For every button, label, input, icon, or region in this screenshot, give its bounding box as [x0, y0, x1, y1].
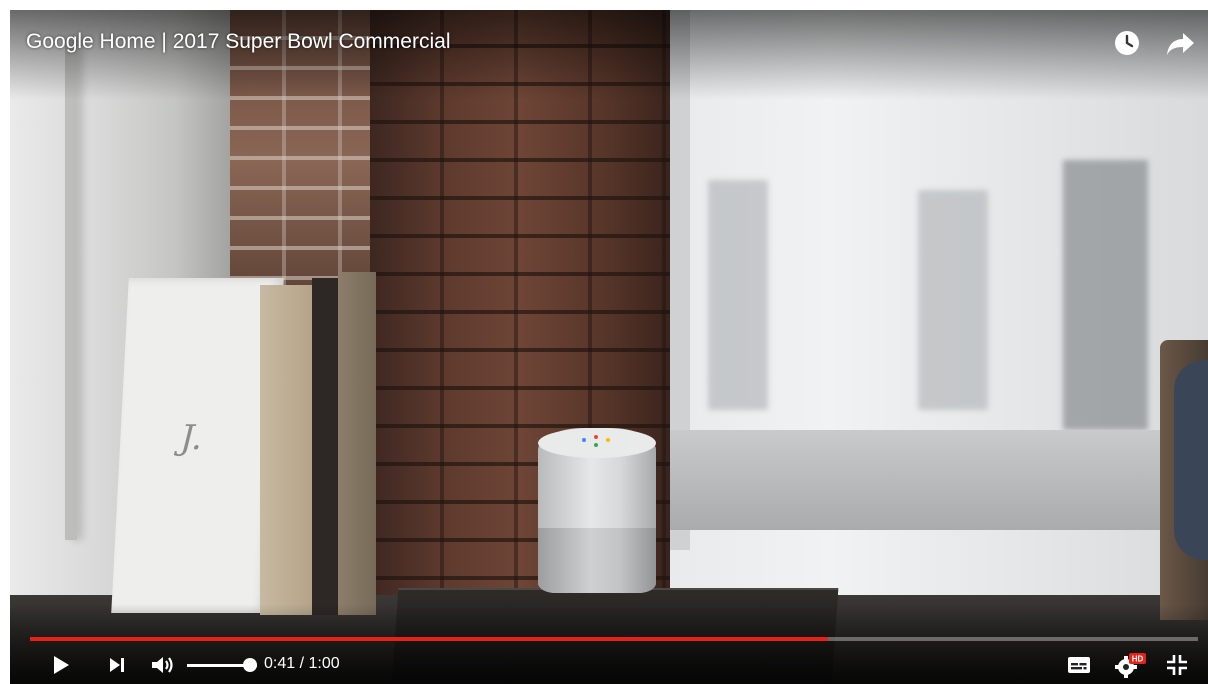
- exit-fullscreen-icon: [1167, 655, 1187, 675]
- play-button[interactable]: [46, 650, 76, 680]
- volume-icon: [152, 657, 173, 673]
- book-spine: [260, 285, 312, 615]
- watch-later-icon: [1115, 31, 1139, 55]
- time-separator: /: [299, 655, 305, 672]
- play-icon: [54, 656, 69, 674]
- book-spine: [312, 278, 338, 615]
- next-button[interactable]: [102, 650, 132, 680]
- current-time: 0:41: [264, 655, 296, 672]
- exit-fullscreen-button[interactable]: [1160, 650, 1194, 680]
- window-background: [668, 10, 1208, 615]
- share-button[interactable]: [1164, 26, 1198, 60]
- settings-button[interactable]: HD: [1110, 650, 1150, 680]
- chair: [1160, 340, 1208, 620]
- subtitles-icon: [1068, 657, 1090, 673]
- next-icon: [110, 658, 124, 672]
- book-mark: J.: [179, 418, 204, 458]
- video-title[interactable]: Google Home | 2017 Super Bowl Commercial: [26, 30, 450, 54]
- watch-later-button[interactable]: [1110, 26, 1144, 60]
- video-frame: J.: [10, 10, 1208, 684]
- video-player[interactable]: J. Google Home | 2017 Super Bowl Commerc…: [10, 10, 1208, 684]
- book-spine: [338, 272, 376, 615]
- mute-button[interactable]: [148, 650, 178, 680]
- subtitles-button[interactable]: [1062, 650, 1096, 680]
- white-book: J.: [111, 278, 284, 613]
- volume-slider-handle[interactable]: [243, 658, 257, 672]
- settings-badge: HD: [1132, 655, 1144, 664]
- played-bar: [30, 637, 828, 641]
- control-bar: 0:41 / 1:00 HD: [10, 646, 1208, 684]
- top-actions: [1110, 26, 1198, 60]
- share-icon: [1167, 33, 1194, 55]
- settings-icon: HD: [1115, 653, 1146, 678]
- duration: 1:00: [308, 655, 340, 672]
- progress-bar[interactable]: [30, 637, 1198, 641]
- time-display: 0:41 / 1:00: [264, 655, 340, 673]
- smart-speaker: [538, 428, 656, 593]
